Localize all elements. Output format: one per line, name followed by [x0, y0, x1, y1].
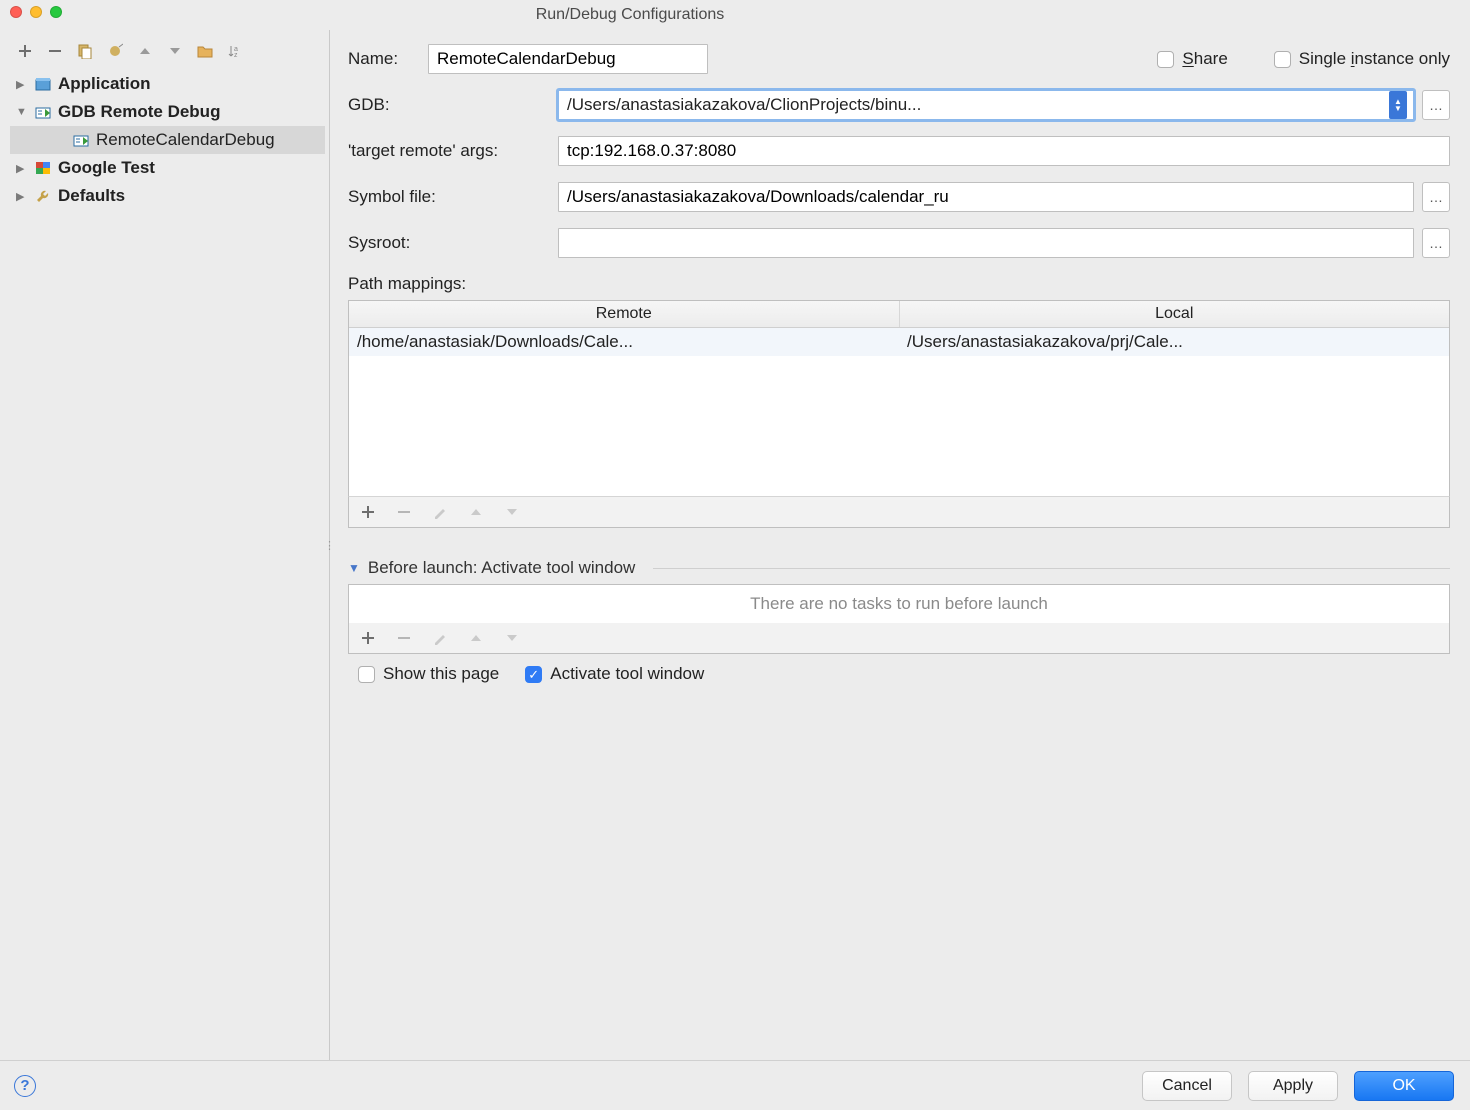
expand-icon[interactable]: ▶ — [16, 78, 28, 91]
column-header-remote[interactable]: Remote — [349, 301, 900, 327]
cell-local[interactable]: /Users/anastasiakazakova/prj/Cale... — [899, 328, 1449, 356]
splitter-handle[interactable] — [326, 30, 332, 1060]
browse-sysroot-button[interactable]: … — [1422, 228, 1450, 258]
column-header-local[interactable]: Local — [900, 301, 1450, 327]
tree-node-label: RemoteCalendarDebug — [96, 130, 275, 150]
symbol-file-label: Symbol file: — [348, 187, 558, 207]
remove-icon[interactable] — [395, 503, 413, 521]
configurations-tree[interactable]: ▶ Application ▼ GDB Remote Debug RemoteC… — [10, 70, 325, 210]
target-remote-label: 'target remote' args: — [348, 141, 558, 161]
dialog-footer: ? Cancel Apply OK — [0, 1060, 1470, 1110]
before-launch-disclosure[interactable]: ▼ Before launch: Activate tool window — [348, 558, 1450, 578]
name-label: Name: — [348, 49, 428, 69]
help-button[interactable]: ? — [14, 1075, 36, 1097]
sysroot-label: Sysroot: — [348, 233, 558, 253]
tree-node-label: Defaults — [58, 186, 125, 206]
disclosure-triangle-icon[interactable]: ▼ — [348, 561, 360, 575]
ok-button[interactable]: OK — [1354, 1071, 1454, 1101]
edit-icon[interactable] — [431, 503, 449, 521]
before-launch-toolbar — [348, 623, 1450, 654]
gdb-value: /Users/anastasiakazakova/ClionProjects/b… — [567, 95, 1385, 115]
path-mappings-table: Remote Local /home/anastasiak/Downloads/… — [348, 300, 1450, 497]
checkbox-icon[interactable] — [1274, 51, 1291, 68]
add-icon[interactable] — [16, 42, 34, 60]
move-down-icon[interactable] — [166, 42, 184, 60]
share-checkbox[interactable]: Share — [1157, 49, 1227, 69]
move-down-icon[interactable] — [503, 503, 521, 521]
tree-node-label: Google Test — [58, 158, 155, 178]
edit-icon[interactable] — [431, 629, 449, 647]
svg-text:z: z — [234, 52, 238, 58]
name-input[interactable] — [428, 44, 708, 74]
close-window-icon[interactable] — [10, 6, 22, 18]
gdb-label: GDB: — [348, 95, 558, 115]
folder-icon[interactable] — [196, 42, 214, 60]
window-title: Run/Debug Configurations — [0, 6, 1260, 24]
table-empty-area[interactable] — [349, 356, 1449, 496]
browse-gdb-button[interactable]: … — [1422, 90, 1450, 120]
minimize-window-icon[interactable] — [30, 6, 42, 18]
sort-icon[interactable]: az — [226, 42, 244, 60]
remove-icon[interactable] — [46, 42, 64, 60]
title-bar: Run/Debug Configurations — [0, 0, 1260, 30]
tasks-empty-text: There are no tasks to run before launch — [750, 594, 1048, 614]
copy-icon[interactable] — [76, 42, 94, 60]
application-icon — [34, 76, 52, 92]
checkbox-icon[interactable] — [1157, 51, 1174, 68]
expand-icon[interactable]: ▶ — [16, 162, 28, 175]
table-row[interactable]: /home/anastasiak/Downloads/Cale... /User… — [349, 328, 1449, 356]
cancel-button[interactable]: Cancel — [1142, 1071, 1232, 1101]
google-test-icon — [34, 160, 52, 176]
tree-node-google-test[interactable]: ▶ Google Test — [10, 154, 325, 182]
target-remote-input[interactable] — [558, 136, 1450, 166]
add-icon[interactable] — [359, 503, 377, 521]
move-up-icon[interactable] — [467, 503, 485, 521]
expand-icon[interactable]: ▶ — [16, 190, 28, 203]
show-this-page-checkbox[interactable]: Show this page — [358, 664, 499, 684]
tree-node-gdb-remote-debug[interactable]: ▼ GDB Remote Debug — [10, 98, 325, 126]
mappings-toolbar — [348, 496, 1450, 528]
gdb-combobox[interactable]: /Users/anastasiakazakova/ClionProjects/b… — [558, 90, 1414, 120]
remote-debug-icon — [34, 104, 52, 120]
remote-debug-icon — [72, 132, 90, 148]
symbol-file-input[interactable] — [558, 182, 1414, 212]
tree-node-remote-calendar-debug[interactable]: RemoteCalendarDebug — [10, 126, 325, 154]
dropdown-arrow-icon[interactable]: ▲▼ — [1389, 91, 1407, 119]
configuration-form: Name: Share Single instance only GDB: /U… — [330, 30, 1470, 1060]
move-up-icon[interactable] — [467, 629, 485, 647]
apply-button[interactable]: Apply — [1248, 1071, 1338, 1101]
tree-node-application[interactable]: ▶ Application — [10, 70, 325, 98]
move-down-icon[interactable] — [503, 629, 521, 647]
sidebar: az ▶ Application ▼ GDB Remote Debug Remo… — [0, 30, 330, 1060]
checkbox-icon[interactable] — [358, 666, 375, 683]
before-launch-title: Before launch: Activate tool window — [368, 558, 635, 578]
before-launch-tasks[interactable]: There are no tasks to run before launch — [348, 584, 1450, 624]
sidebar-toolbar: az — [10, 38, 325, 70]
tree-node-label: GDB Remote Debug — [58, 102, 220, 122]
tree-node-label: Application — [58, 74, 151, 94]
path-mappings-label: Path mappings: — [348, 274, 1450, 294]
single-instance-checkbox[interactable]: Single instance only — [1274, 49, 1450, 69]
add-icon[interactable] — [359, 629, 377, 647]
browse-symbol-file-button[interactable]: … — [1422, 182, 1450, 212]
remove-icon[interactable] — [395, 629, 413, 647]
wrench-icon — [34, 188, 52, 204]
activate-tool-window-checkbox[interactable]: Activate tool window — [525, 664, 704, 684]
move-up-icon[interactable] — [136, 42, 154, 60]
sysroot-input[interactable] — [558, 228, 1414, 258]
cell-remote[interactable]: /home/anastasiak/Downloads/Cale... — [349, 328, 899, 356]
collapse-icon[interactable]: ▼ — [16, 106, 28, 118]
tree-node-defaults[interactable]: ▶ Defaults — [10, 182, 325, 210]
settings-icon[interactable] — [106, 42, 124, 60]
zoom-window-icon[interactable] — [50, 6, 62, 18]
checkbox-icon[interactable] — [525, 666, 542, 683]
